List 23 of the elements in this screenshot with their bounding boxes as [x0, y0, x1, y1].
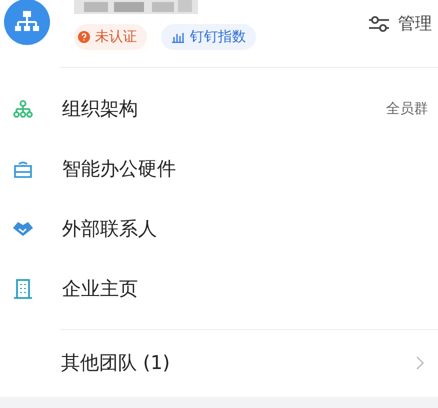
- menu-item-label: 智能办公硬件: [62, 156, 176, 182]
- menu-item[interactable]: 组织架构 全员群: [0, 78, 438, 139]
- other-teams-label: 其他团队 (1): [61, 351, 170, 376]
- bar-chart-icon: [171, 31, 185, 43]
- sliders-icon: [368, 14, 390, 32]
- handshake-icon: [12, 220, 34, 237]
- hierarchy-icon: [13, 100, 33, 118]
- menu-item[interactable]: 智能办公硬件: [0, 138, 438, 199]
- menu-item-label: 外部联系人: [62, 216, 157, 242]
- all-staff-group-label: 全员群: [386, 100, 428, 118]
- menu-item[interactable]: 外部联系人: [0, 198, 438, 259]
- menu-item-label: 企业主页: [62, 276, 138, 302]
- other-teams-item[interactable]: 其他团队 (1): [0, 330, 438, 397]
- unverified-badge[interactable]: 未认证: [74, 24, 147, 50]
- chevron-right-icon: [416, 356, 424, 370]
- building-icon: [14, 278, 32, 299]
- device-icon: [12, 160, 34, 178]
- manage-button[interactable]: 管理: [368, 12, 432, 35]
- organization-avatar-icon: [4, 0, 50, 45]
- menu-item-label: 组织架构: [62, 96, 138, 122]
- question-icon: [78, 31, 90, 43]
- menu-item[interactable]: 企业主页: [0, 258, 438, 319]
- index-badge[interactable]: 钉钉指数: [161, 24, 256, 50]
